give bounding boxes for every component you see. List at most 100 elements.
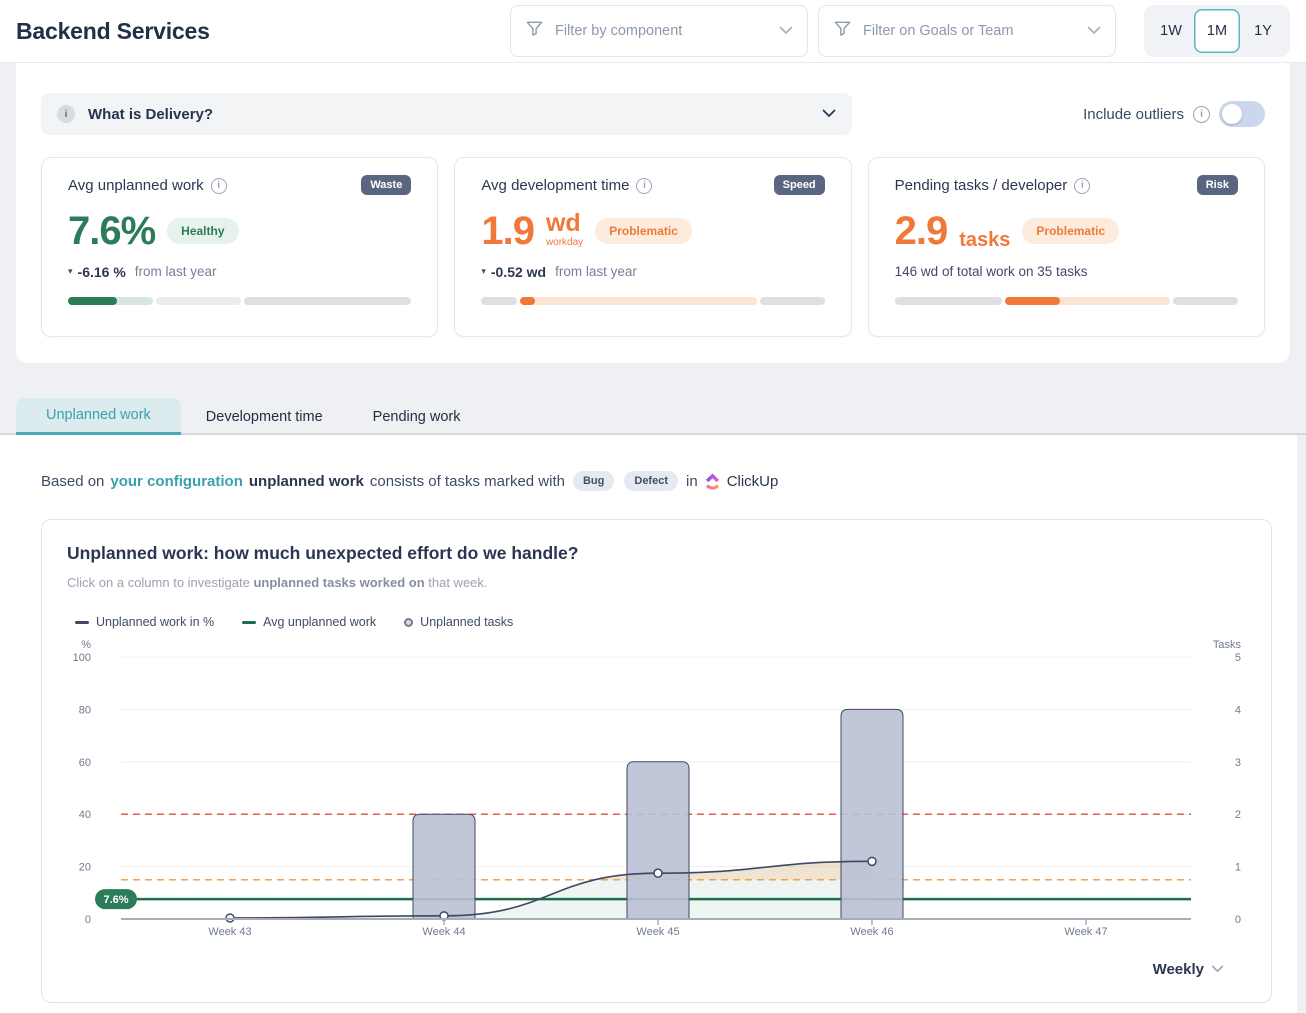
- progress-segment: [760, 297, 825, 305]
- y-axis-right-labels: Tasks012345: [1213, 639, 1242, 926]
- status-badge: Problematic: [595, 218, 692, 244]
- line-swatch-icon: [75, 621, 89, 624]
- progress-segment: [244, 297, 412, 305]
- legend-label: Unplanned work in %: [96, 615, 214, 629]
- x-axis-labels: Week 43Week 44Week 45Week 46Week 47: [208, 919, 1107, 938]
- info-icon[interactable]: i: [211, 178, 227, 194]
- metric-tabs: Unplanned work Development time Pending …: [0, 398, 1306, 435]
- trend-down-icon: ▾: [68, 266, 73, 277]
- chart-title: Unplanned work: how much unexpected effo…: [67, 543, 1246, 564]
- svg-text:Week 44: Week 44: [422, 926, 465, 938]
- svg-text:1: 1: [1235, 862, 1241, 874]
- info-icon[interactable]: i: [57, 105, 75, 123]
- include-outliers-toggle[interactable]: [1219, 101, 1265, 127]
- funnel-icon: [833, 19, 852, 43]
- svg-text:80: 80: [79, 704, 91, 716]
- line-marker: [654, 869, 662, 877]
- configuration-sentence: Based on your configuration unplanned wo…: [0, 435, 1297, 491]
- goals-team-filter-placeholder: Filter on Goals or Team: [863, 23, 1076, 39]
- svg-text:60: 60: [79, 757, 91, 769]
- line-swatch-icon: [242, 621, 256, 624]
- metric-card-pending-tasks: Pending tasks / developer i Risk 2.9 tas…: [868, 157, 1265, 337]
- chart-area: 7.6%Week 43Week 44Week 45Week 46Week 47%…: [67, 635, 1246, 950]
- goals-team-filter-select[interactable]: Filter on Goals or Team: [818, 5, 1116, 57]
- what-is-delivery-accordion[interactable]: i What is Delivery?: [41, 93, 852, 135]
- above-warning-fill: [230, 657, 872, 880]
- subtitle-prefix: Click on a column to investigate: [67, 575, 250, 590]
- svg-text:3: 3: [1235, 757, 1241, 769]
- progress-bar: [68, 297, 411, 305]
- unplanned-work-chart-card: Unplanned work: how much unexpected effo…: [41, 519, 1272, 1003]
- card-title: Avg development time: [481, 177, 629, 194]
- progress-segment: [481, 297, 517, 305]
- your-configuration-link[interactable]: your configuration: [110, 473, 243, 490]
- legend-unplanned-work-pct[interactable]: Unplanned work in %: [75, 615, 214, 629]
- legend-avg-unplanned-work[interactable]: Avg unplanned work: [242, 615, 376, 629]
- tab-content: Based on your configuration unplanned wo…: [0, 435, 1297, 1013]
- info-icon[interactable]: i: [1074, 178, 1090, 194]
- tab-development-time[interactable]: Development time: [181, 398, 348, 435]
- svg-text:Week 47: Week 47: [1064, 926, 1107, 938]
- delta-value: -6.16 %: [78, 264, 126, 280]
- status-badge: Healthy: [167, 218, 238, 244]
- component-filter-select[interactable]: Filter by component: [510, 5, 808, 57]
- config-middle: consists of tasks marked with: [370, 473, 565, 490]
- range-1y-button[interactable]: 1Y: [1240, 9, 1286, 53]
- trend-down-icon: ▾: [481, 266, 486, 277]
- granularity-select[interactable]: Weekly: [67, 960, 1246, 978]
- chevron-down-icon: [1211, 960, 1224, 978]
- tab-unplanned-work[interactable]: Unplanned work: [16, 398, 181, 435]
- svg-text:5: 5: [1235, 652, 1241, 664]
- funnel-icon: [525, 19, 544, 43]
- progress-bar: [481, 297, 824, 305]
- info-icon[interactable]: i: [1193, 106, 1210, 123]
- svg-text:Week 43: Week 43: [208, 926, 251, 938]
- svg-text:4: 4: [1235, 704, 1241, 716]
- delivery-overview-panel: i What is Delivery? Include outliers i A…: [16, 63, 1290, 363]
- delta-value: -0.52 wd: [491, 264, 546, 280]
- range-1m-button[interactable]: 1M: [1194, 9, 1240, 53]
- tag-bug: Bug: [573, 471, 614, 491]
- chevron-down-icon: [1087, 22, 1101, 40]
- metric-unit-sub: workday: [546, 238, 583, 248]
- svg-text:Week 46: Week 46: [850, 926, 893, 938]
- subtitle-bold: unplanned tasks worked on: [253, 575, 424, 590]
- granularity-value: Weekly: [1153, 961, 1204, 978]
- circle-swatch-icon: [404, 618, 413, 627]
- metric-unit: wd: [546, 211, 583, 236]
- component-filter-placeholder: Filter by component: [555, 23, 768, 39]
- svg-text:100: 100: [73, 652, 91, 664]
- category-badge: Speed: [774, 175, 825, 195]
- legend-label: Unplanned tasks: [420, 615, 513, 629]
- line-marker: [226, 914, 234, 922]
- delta-suffix: from last year: [555, 264, 637, 279]
- bar-week-44[interactable]: [413, 814, 475, 919]
- tab-pending-work[interactable]: Pending work: [348, 398, 486, 435]
- bar-week-46[interactable]: [841, 709, 903, 919]
- y-axis-left-labels: %020406080100: [73, 639, 92, 926]
- accordion-label: What is Delivery?: [88, 106, 809, 123]
- chart-legend: Unplanned work in % Avg unplanned work U…: [67, 615, 1246, 629]
- range-1w-button[interactable]: 1W: [1148, 9, 1194, 53]
- unplanned-work-chart: 7.6%Week 43Week 44Week 45Week 46Week 47%…: [67, 635, 1247, 945]
- svg-text:2: 2: [1235, 809, 1241, 821]
- chart-subtitle: Click on a column to investigate unplann…: [67, 575, 1246, 590]
- metric-value: 1.9: [481, 211, 534, 251]
- legend-unplanned-tasks[interactable]: Unplanned tasks: [404, 615, 513, 629]
- clickup-logo: [705, 472, 720, 490]
- metric-note: 146 wd of total work on 35 tasks: [895, 264, 1088, 279]
- delta-suffix: from last year: [135, 264, 217, 279]
- progress-segment: [156, 297, 241, 305]
- subtitle-suffix: that week.: [428, 575, 487, 590]
- progress-fill: [1005, 297, 1061, 305]
- bar-week-45[interactable]: [627, 762, 689, 919]
- average-label-text: 7.6%: [103, 894, 128, 906]
- progress-segment: [1173, 297, 1238, 305]
- card-title: Pending tasks / developer: [895, 177, 1068, 194]
- svg-text:0: 0: [1235, 914, 1241, 926]
- include-outliers-label: Include outliers: [1083, 106, 1184, 123]
- status-badge: Problematic: [1022, 218, 1119, 244]
- time-range-group: 1W 1M 1Y: [1144, 5, 1290, 57]
- config-prefix: Based on: [41, 473, 104, 490]
- info-icon[interactable]: i: [636, 178, 652, 194]
